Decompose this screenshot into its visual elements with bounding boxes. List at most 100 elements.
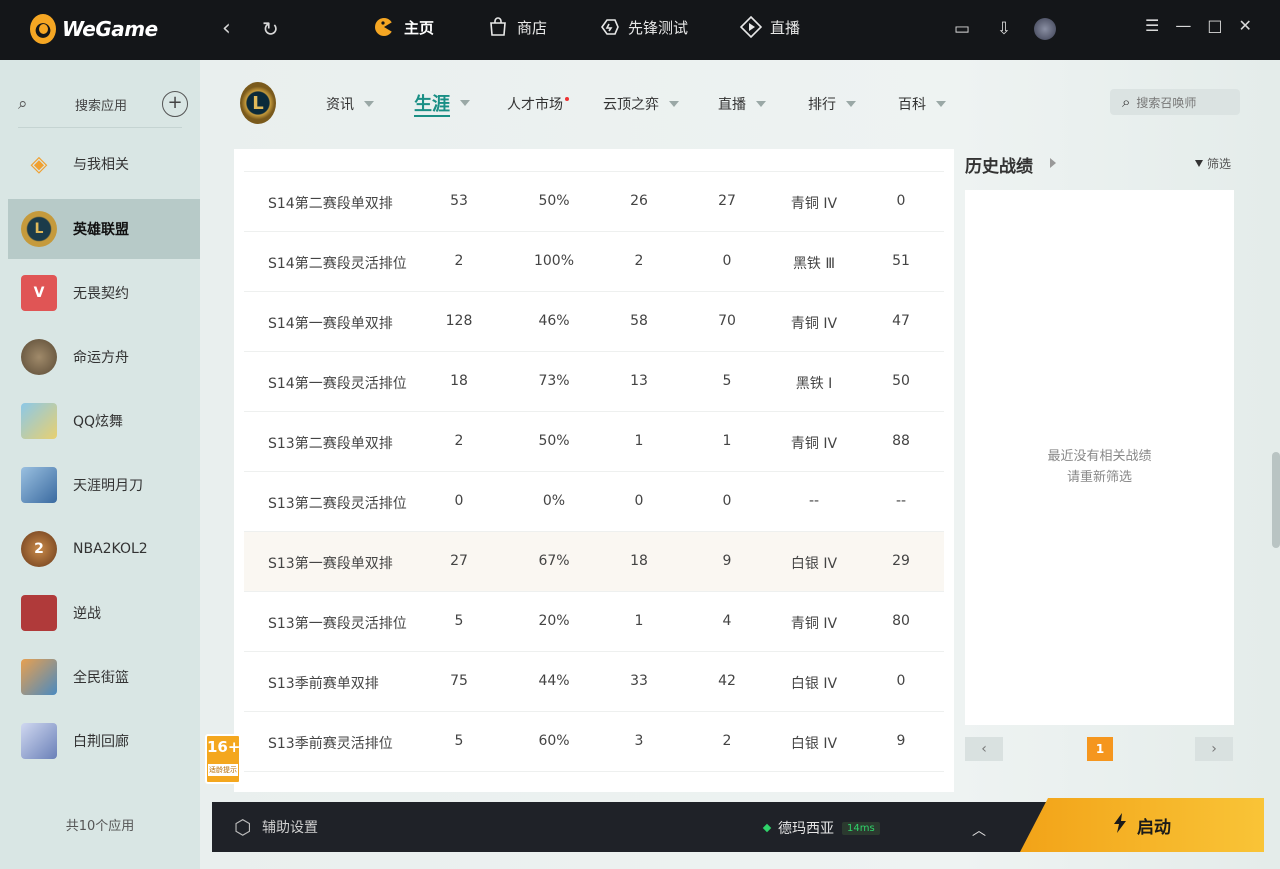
topnav-home[interactable]: 主页 <box>374 16 434 38</box>
filter-button[interactable]: 筛选 <box>1195 155 1231 172</box>
vertical-scrollbar[interactable] <box>1272 452 1280 548</box>
wins: 33 <box>630 673 648 689</box>
hexagon-settings-icon: ⬡ <box>234 815 252 839</box>
season-name: S13第一赛段单双排 <box>268 556 393 572</box>
window-controls: ☰ — □ ✕ <box>1145 16 1252 35</box>
prev-page-button[interactable]: ‹ <box>965 737 1003 761</box>
history-panel: 最近没有相关战绩 请重新筛选 <box>965 190 1234 725</box>
table-row[interactable]: S13第一赛段单双排 27 67% 18 9 白银 IV 29 <box>244 532 944 592</box>
table-row[interactable]: S14第一赛段单双排 128 46% 58 70 青铜 IV 47 <box>244 292 944 352</box>
win-rate: 50% <box>538 433 570 449</box>
sidebar-item-qq-dance[interactable]: QQ炫舞 <box>8 391 200 451</box>
gamepad-icon <box>374 16 396 38</box>
lol-logo[interactable]: L <box>240 82 276 124</box>
wins: 13 <box>630 373 648 389</box>
minimize-icon[interactable]: — <box>1175 16 1191 35</box>
sidebar-item-lol[interactable]: L 英雄联盟 <box>8 199 200 259</box>
sidebar-item-label: 英雄联盟 <box>73 222 129 238</box>
maximize-icon[interactable]: □ <box>1207 16 1222 35</box>
tab-tft[interactable]: 云顶之弈 <box>603 94 679 114</box>
chevron-down-icon <box>756 101 766 107</box>
sidebar-item-label: 命运方舟 <box>73 350 129 366</box>
chevron-down-icon <box>460 100 470 106</box>
close-icon[interactable]: ✕ <box>1238 16 1251 35</box>
sidebar-item-moonlight-blade[interactable]: 天涯明月刀 <box>8 455 200 515</box>
notification-dot <box>565 97 569 101</box>
app-search-label: 搜索应用 <box>75 98 128 114</box>
season-name: S13第二赛段单双排 <box>268 436 393 452</box>
topnav-pioneer-test-label: 先锋测试 <box>628 18 689 37</box>
league-points: 0 <box>896 673 906 689</box>
active-tab-underline <box>414 115 450 117</box>
download-icon[interactable]: ⇩ <box>992 19 1016 39</box>
season-stats-table: S14第二赛段单双排 53 50% 26 27 青铜 IV 0 S14第二赛段灵… <box>234 149 954 792</box>
sidebar-item-street-basketball[interactable]: 全民街篮 <box>8 647 200 707</box>
table-row[interactable]: S14第二赛段单双排 53 50% 26 27 青铜 IV 0 <box>244 172 944 232</box>
user-avatar[interactable] <box>1034 18 1056 40</box>
launch-button[interactable]: 启动 <box>1020 798 1264 852</box>
tab-wiki-label: 百科 <box>898 97 926 113</box>
sidebar-item-related[interactable]: ◈ 与我相关 <box>8 134 200 194</box>
sidebar-divider <box>18 127 182 128</box>
assist-settings-button[interactable]: ⬡ 辅助设置 <box>234 816 318 838</box>
topnav-shop[interactable]: 商店 <box>487 16 547 38</box>
menu-icon[interactable]: ☰ <box>1145 16 1159 35</box>
related-icon: ◈ <box>30 151 48 177</box>
app-search[interactable]: ⌕ 搜索应用 + <box>18 90 190 118</box>
chevron-right-icon[interactable] <box>1050 158 1056 168</box>
wegame-logo[interactable]: WeGame <box>30 14 158 44</box>
table-row[interactable]: S14第一赛段灵活排位 18 73% 13 5 黑铁 Ⅰ 50 <box>244 352 944 412</box>
tab-talent-market[interactable]: 人才市场 <box>507 94 569 114</box>
moonlight-blade-game-icon <box>21 467 57 503</box>
rank-tier: 青铜 IV <box>790 616 838 632</box>
sidebar-item-nba2kol2[interactable]: 2 NBA2KOL2 <box>8 519 200 579</box>
sidebar-item-nizhan[interactable]: 逆战 <box>8 583 200 643</box>
baijing-game-icon <box>21 723 57 759</box>
next-page-button[interactable]: › <box>1195 737 1233 761</box>
history-title[interactable]: 历史战绩 <box>965 152 1033 177</box>
table-row[interactable]: S14第二赛段灵活排位 2 100% 2 0 黑铁 Ⅲ 51 <box>244 232 944 292</box>
chevron-up-icon[interactable]: ︿ <box>972 820 986 840</box>
add-app-icon[interactable]: + <box>162 91 188 117</box>
sidebar-item-label: 天涯明月刀 <box>73 478 143 494</box>
refresh-icon[interactable]: ↻ <box>262 16 279 42</box>
games-count: 5 <box>454 733 464 749</box>
wins: 26 <box>630 193 648 209</box>
app-name: WeGame <box>62 17 158 41</box>
topnav-pioneer-test[interactable]: 先锋测试 <box>598 16 688 38</box>
server-selector[interactable]: 德玛西亚 14ms <box>762 818 880 838</box>
win-rate: 50% <box>538 193 570 209</box>
games-count: 75 <box>450 673 468 689</box>
tab-wiki[interactable]: 百科 <box>898 94 946 114</box>
table-row[interactable]: S13季前赛灵活排位 5 60% 3 2 白银 IV 9 <box>244 712 944 772</box>
folder-icon[interactable]: ▭ <box>950 19 974 39</box>
valorant-game-icon: V <box>21 275 57 311</box>
games-count: 53 <box>450 193 468 209</box>
tab-news[interactable]: 资讯 <box>326 94 374 114</box>
table-row[interactable]: S13第二赛段灵活排位 0 0% 0 0 -- -- <box>244 472 944 532</box>
table-row[interactable]: S13季前赛单双排 75 44% 33 42 白银 IV 0 <box>244 652 944 712</box>
tab-ranking[interactable]: 排行 <box>808 94 856 114</box>
topnav-live[interactable]: 直播 <box>740 16 800 38</box>
current-page[interactable]: 1 <box>1087 737 1113 761</box>
sidebar-item-lost-ark[interactable]: 命运方舟 <box>8 327 200 387</box>
losses: 2 <box>722 733 732 749</box>
table-row[interactable]: S13第一赛段灵活排位 5 20% 1 4 青铜 IV 80 <box>244 592 944 652</box>
games-count: 128 <box>445 313 473 329</box>
search-icon: ⌕ <box>18 94 28 114</box>
sidebar-item-label: 逆战 <box>73 606 101 622</box>
summoner-search-input[interactable]: ⌕ 搜索召唤师 <box>1110 89 1240 115</box>
sidebar-item-baijing[interactable]: 白荆回廊 <box>8 711 200 771</box>
sidebar-item-label: 全民街篮 <box>73 670 129 686</box>
league-points: 80 <box>892 613 910 629</box>
sidebar-item-valorant[interactable]: V 无畏契约 <box>8 263 200 323</box>
table-row[interactable]: S13第二赛段单双排 2 50% 1 1 青铜 IV 88 <box>244 412 944 472</box>
tab-career[interactable]: 生涯 <box>414 90 470 117</box>
back-icon[interactable]: ‹ <box>222 16 231 42</box>
wegame-logo-icon <box>30 14 56 44</box>
tab-live[interactable]: 直播 <box>718 94 766 114</box>
age-rating-caption: 适龄提示 <box>208 764 238 776</box>
test-icon <box>598 16 620 38</box>
rank-tier: 青铜 IV <box>790 196 838 212</box>
league-points: 9 <box>896 733 906 749</box>
